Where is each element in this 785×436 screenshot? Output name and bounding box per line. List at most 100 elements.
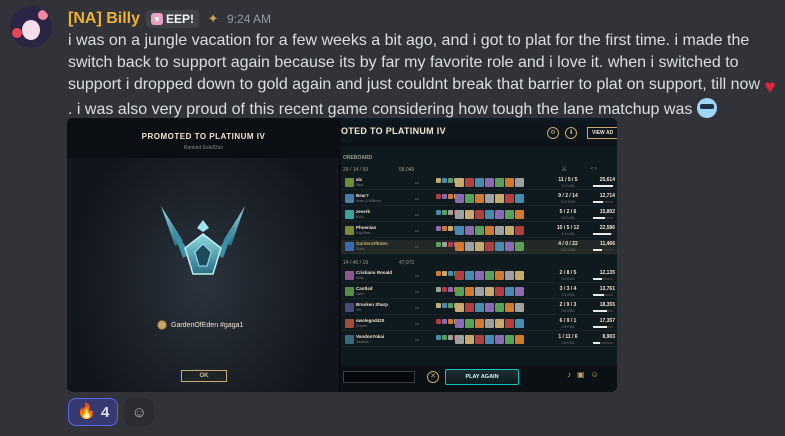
more-icon[interactable]: ••• — [415, 244, 419, 249]
more-icon[interactable]: ••• — [415, 337, 419, 342]
item-build — [455, 210, 524, 219]
player-avatar — [157, 320, 167, 330]
more-icon[interactable]: ••• — [415, 196, 419, 201]
kda: 3 / 3 / 4 — [559, 286, 577, 292]
item-icon — [485, 178, 494, 187]
fire-reaction[interactable]: 🔥 4 — [68, 398, 119, 426]
spell-icon — [442, 303, 447, 308]
damage: 8,903 — [602, 334, 615, 340]
image-attachment[interactable]: PROMOTED TO PLATINUM IV Ranked Solo/Duo — [67, 118, 617, 392]
player-row[interactable]: VoodooYokai Nautilus ••• 1 / 11 / 6 0.6 KDA 8… — [341, 333, 617, 347]
team1-score: 29 / 14 / 59 — [343, 167, 369, 173]
damage: 12,714 — [599, 193, 615, 199]
item-icon — [505, 194, 514, 203]
username[interactable]: [NA] Billy — [68, 10, 140, 28]
item-icon — [515, 303, 524, 312]
player-row[interactable]: Cantlsd Ivern ••• 3 / 3 / 4 2.3 KDA 13,761 — [341, 285, 617, 299]
player-row[interactable]: zeverk Ekko ••• 5 / 2 / 6 5.5 KDA 15,802 — [341, 208, 617, 222]
chat-icon[interactable]: ▣ — [577, 370, 585, 379]
honor-icon[interactable]: ⚙ — [547, 127, 559, 139]
more-icon[interactable]: ••• — [415, 289, 419, 294]
bell-icon[interactable]: ♪ — [567, 370, 571, 379]
scoreboard-screenshot[interactable]: OTED TO PLATINUM IV ... ⚙ ⬇ VIEW AD OREB… — [341, 118, 617, 392]
player-row[interactable]: Cristiano Ronald Irelia ••• 2 / 8 / 5 0.9 KD… — [341, 269, 617, 283]
kda-ratio: 0.6 KDA — [561, 341, 575, 345]
player-row[interactable]: GardenOfEden Sona ••• 4 / 0 / 22 26.0 KDA 11,… — [341, 240, 617, 254]
ok-button[interactable]: OK — [181, 370, 227, 382]
item-build — [455, 178, 524, 187]
more-icon[interactable]: ••• — [415, 321, 419, 326]
damage: 15,802 — [599, 209, 615, 215]
more-icon[interactable]: ••• — [415, 180, 419, 185]
download-icon[interactable]: ⬇ — [565, 127, 577, 139]
item-icon — [475, 210, 484, 219]
team1-summary: 29 / 14 / 59 58,045 ⚔ ‹ › — [343, 165, 613, 175]
kda-ratio: 5.5 KDA — [561, 216, 575, 220]
timestamp[interactable]: 9:24 AM — [227, 12, 271, 26]
rank-badge-icon[interactable]: ✦ — [205, 11, 221, 27]
item-icon — [465, 271, 474, 280]
spell-icon — [442, 194, 447, 199]
item-icon — [515, 335, 524, 344]
item-icon — [455, 303, 464, 312]
more-icon[interactable]: ••• — [415, 228, 419, 233]
item-icon — [475, 335, 484, 344]
player-row[interactable]: swolegod420 Draven ••• 6 / 9 / 1 0.8 KDA 17,3… — [341, 317, 617, 331]
item-icon — [515, 287, 524, 296]
spell-icon — [436, 178, 441, 183]
item-icon — [515, 242, 524, 251]
more-icon[interactable]: ••• — [415, 273, 419, 278]
kda: 6 / 9 / 1 — [559, 318, 577, 324]
kda: 2 / 9 / 3 — [559, 302, 577, 308]
damage-bar — [593, 342, 613, 344]
damage-bar — [593, 217, 613, 219]
player-name: Cantlsd — [356, 286, 373, 291]
item-icon — [495, 194, 504, 203]
item-icon — [515, 210, 524, 219]
promotion-subtitle: Ranked Solo/Duo — [183, 145, 224, 151]
kda-ratio: 0.8 KDA — [561, 325, 575, 329]
kda: 11 / 5 / 5 — [558, 177, 578, 183]
close-icon[interactable]: ✕ — [427, 371, 439, 383]
item-icon — [515, 271, 524, 280]
damage: 18,355 — [599, 302, 615, 308]
team2-summary: 14 / 40 / 19 47,972 — [343, 258, 613, 268]
champion-name: Nunu & Willump — [356, 199, 382, 203]
kda: 9 / 2 / 14 — [558, 193, 578, 199]
user-avatar[interactable] — [10, 6, 52, 48]
friends-icon[interactable]: ☺ — [591, 370, 599, 379]
player-row[interactable]: alc Illaoi ••• 11 / 5 / 5 3.2 KDA 25,614 — [341, 176, 617, 190]
footer-icons: ♪ ▣ ☺ — [567, 370, 599, 379]
damage: 12,135 — [599, 270, 615, 276]
chat-input[interactable] — [343, 371, 415, 383]
play-again-button[interactable]: PLAY AGAIN — [445, 369, 519, 385]
more-icon[interactable]: ••• — [415, 305, 419, 310]
item-icon — [475, 178, 484, 187]
add-reaction-icon[interactable]: ☺ — [124, 398, 155, 426]
more-icon[interactable]: ••• — [415, 212, 419, 217]
champion-portrait — [345, 319, 354, 328]
player-name: zeverk — [356, 209, 371, 214]
item-build — [455, 226, 524, 235]
crossed-swords-icon: ⚔ — [561, 166, 568, 173]
item-icon — [515, 319, 524, 328]
damage: 25,614 — [599, 177, 615, 183]
item-icon — [475, 194, 484, 203]
server-tag[interactable]: ♥ EEP! — [146, 10, 200, 28]
nav-arrows-icon[interactable]: ‹ › — [591, 166, 597, 172]
view-ad-button[interactable]: VIEW AD — [587, 127, 617, 139]
chat-message: [NA] Billy ♥ EEP! ✦ 9:24 AM i was on a j… — [0, 0, 785, 436]
item-icon — [505, 210, 514, 219]
promotion-screenshot[interactable]: PROMOTED TO PLATINUM IV Ranked Solo/Duo — [67, 118, 340, 392]
damage: 13,761 — [599, 286, 615, 292]
player-row[interactable]: Brocken Sharp Vex ••• 2 / 9 / 3 0.6 KDA 18,35… — [341, 301, 617, 315]
champion-portrait — [345, 178, 354, 187]
item-icon — [515, 226, 524, 235]
champion-portrait — [345, 226, 354, 235]
heart-emoji-icon[interactable]: ♥ — [760, 78, 780, 98]
player-row[interactable]: Phoenian Kog'Maw ••• 10 / 5 / 12 4.4 KDA 22,5… — [341, 224, 617, 238]
champion-name: Irelia — [356, 276, 364, 280]
spell-icon — [436, 242, 441, 247]
sunglasses-emoji-icon[interactable] — [696, 98, 717, 118]
player-row[interactable]: Bear? Nunu & Willump ••• 9 / 2 / 14 11.5 KDA… — [341, 192, 617, 206]
